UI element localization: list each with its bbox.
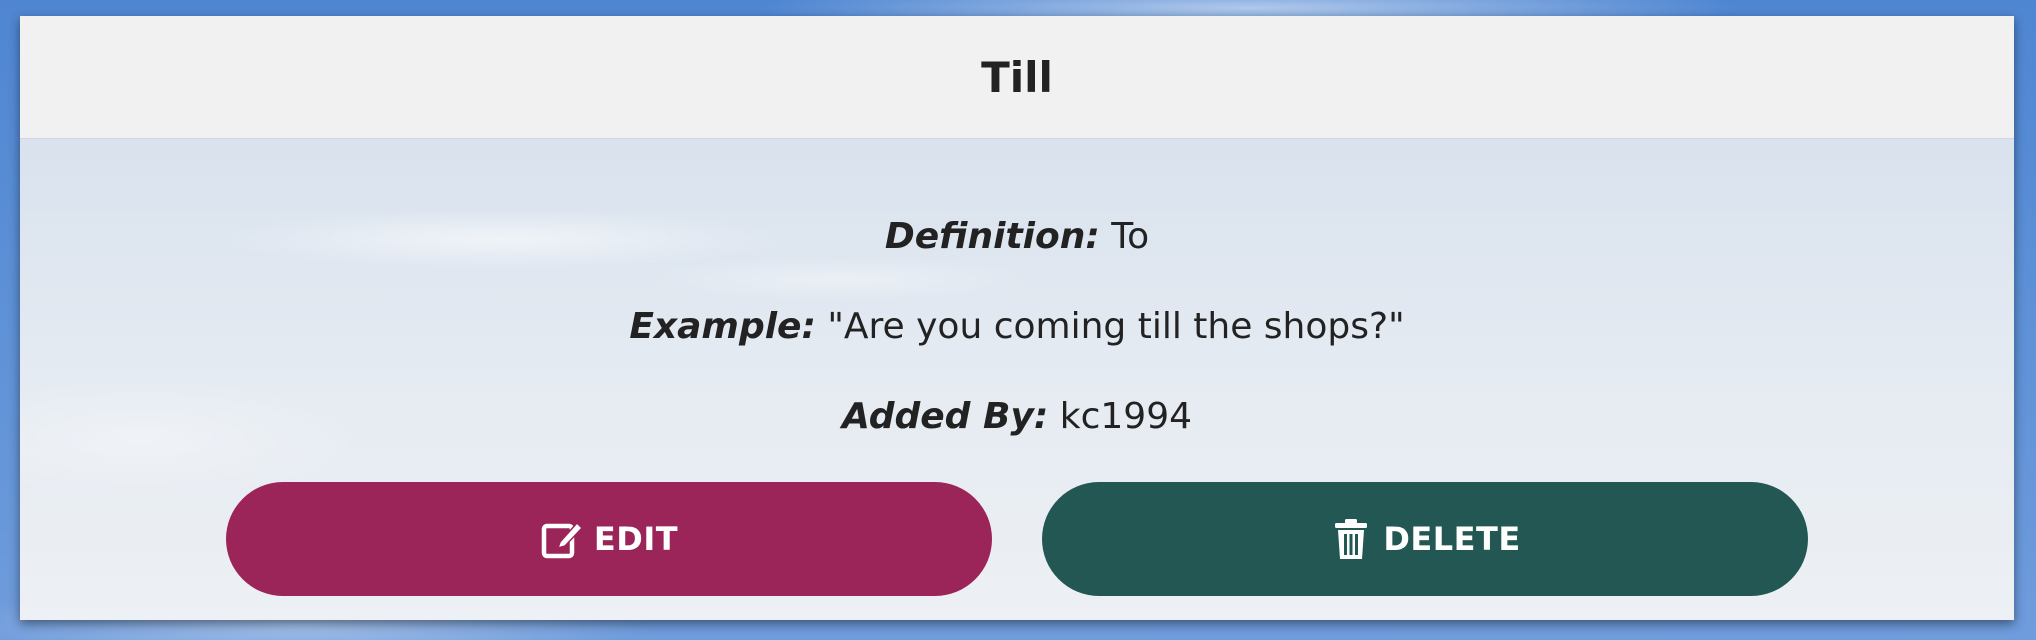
delete-button[interactable]: DELETE [1042,482,1808,596]
definition-value: To [1111,216,1150,257]
edit-button-label: EDIT [593,520,679,558]
edit-button[interactable]: EDIT [226,482,992,596]
edit-icon [540,517,584,561]
definition-label: Definition: [884,216,1100,257]
example-label: Example: [629,306,816,347]
added-by-row: Added By: kc1994 [20,395,2014,439]
delete-button-label: DELETE [1383,520,1521,558]
trash-icon [1329,517,1373,561]
example-value: "Are you coming till the shops?" [827,306,1405,347]
added-by-label: Added By: [841,396,1049,437]
definition-row: Definition: To [20,215,2014,259]
card-header: Till [20,16,2014,139]
example-row: Example: "Are you coming till the shops?… [20,305,2014,349]
word-card: Till Definition: To Example: "Are you co… [20,16,2014,620]
added-by-value: kc1994 [1059,396,1193,437]
word-title: Till [981,52,1053,102]
card-body: Definition: To Example: "Are you coming … [20,139,2014,620]
